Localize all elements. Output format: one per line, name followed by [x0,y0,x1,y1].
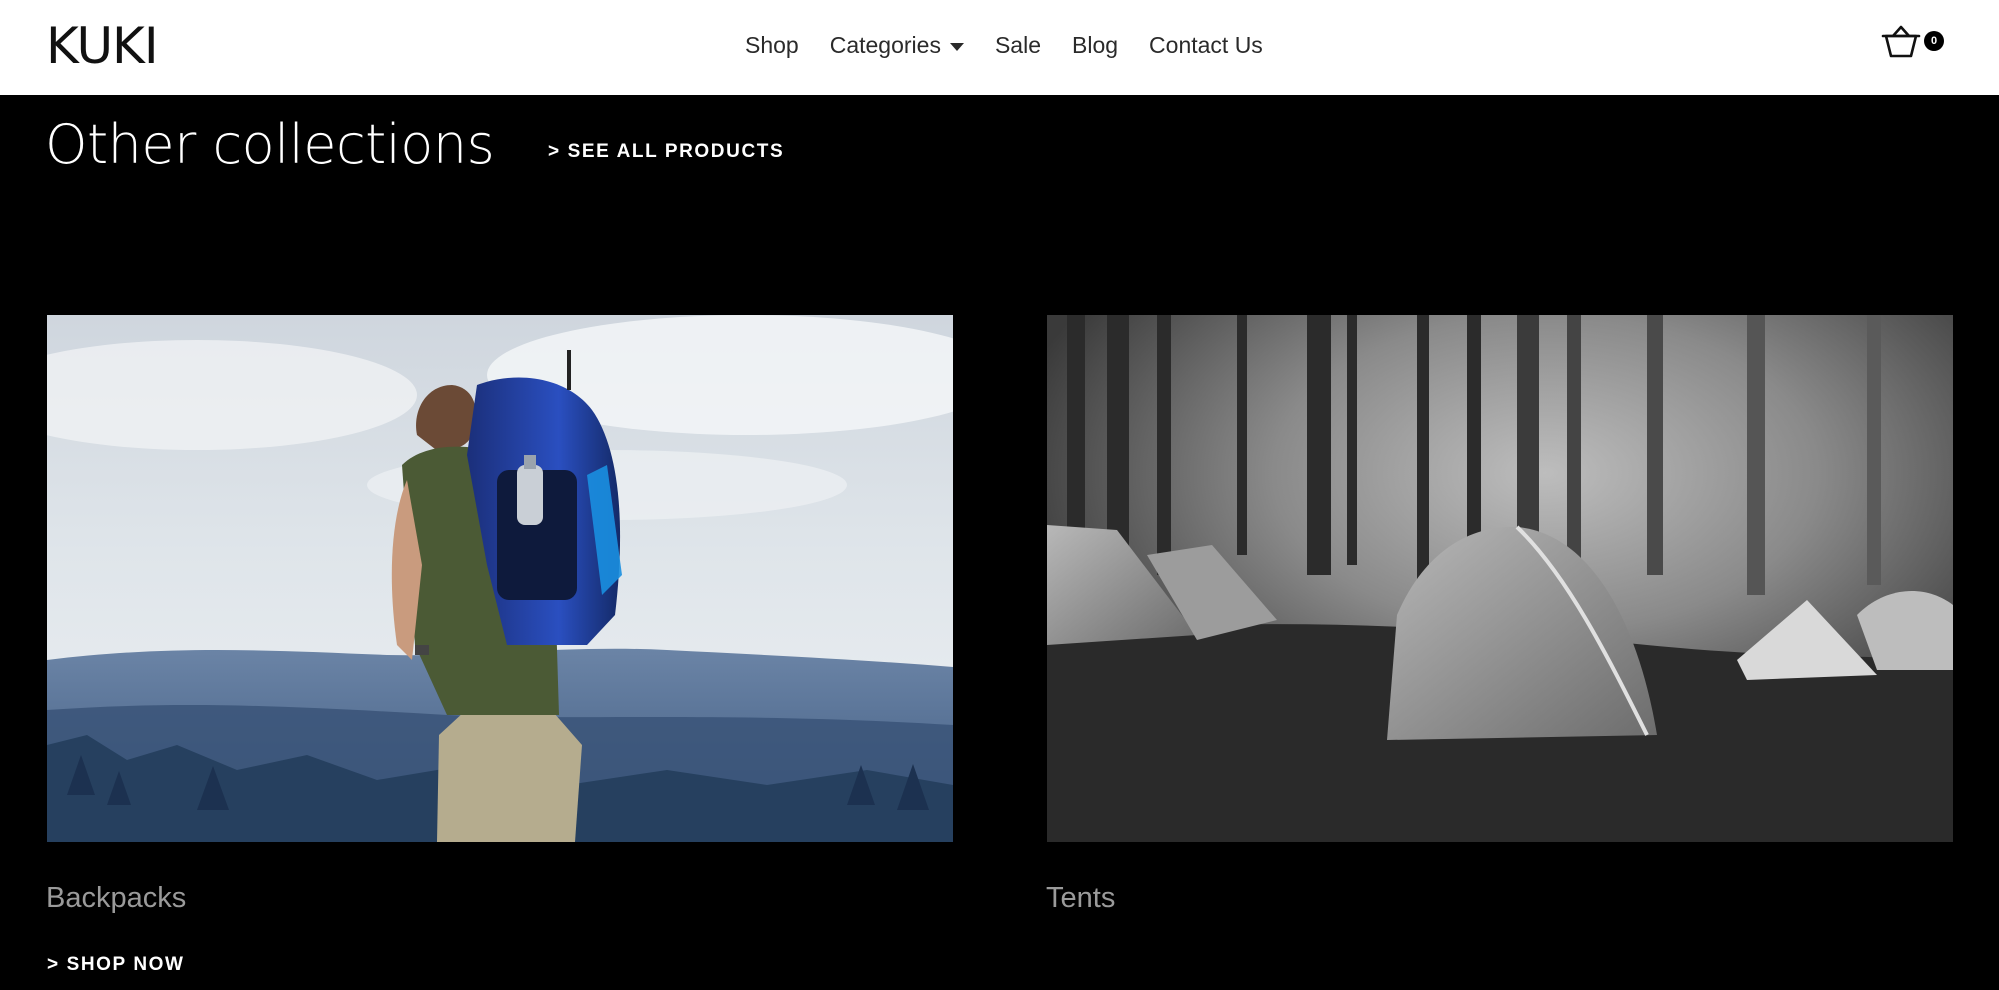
nav-sale[interactable]: Sale [995,30,1041,60]
basket-icon [1881,25,1921,58]
nav-sale-label: Sale [994,32,1041,58]
see-all-products-link[interactable]: > SEE ALL PRODUCTS [548,139,784,165]
caret-down-icon [949,42,964,51]
nav-contact-label: Contact Us [1149,32,1263,58]
section-title: Other collections [45,113,495,176]
site-logo[interactable]: KUKI [46,18,159,74]
backpacks-title[interactable]: Backpacks [46,880,186,916]
shop-now-link[interactable]: > SHOP NOW [47,952,185,978]
nav-categories-label: Categories [829,32,941,58]
nav-shop[interactable]: Shop [745,30,799,60]
nav-shop-label: Shop [745,32,799,58]
tents-image[interactable] [1047,315,1953,842]
backpacks-image[interactable] [47,315,953,842]
nav-blog[interactable]: Blog [1072,30,1118,60]
nav-contact[interactable]: Contact Us [1149,30,1263,60]
nav-categories[interactable]: Categories [830,30,964,60]
main-nav: Shop Categories Sale Blog Contact Us [745,30,1294,60]
cart-count-badge: 0 [1924,31,1944,51]
site-header: KUKI Shop Categories Sale Blog Contact U… [0,0,1999,95]
nav-blog-label: Blog [1072,32,1119,58]
tents-title[interactable]: Tents [1046,880,1115,916]
